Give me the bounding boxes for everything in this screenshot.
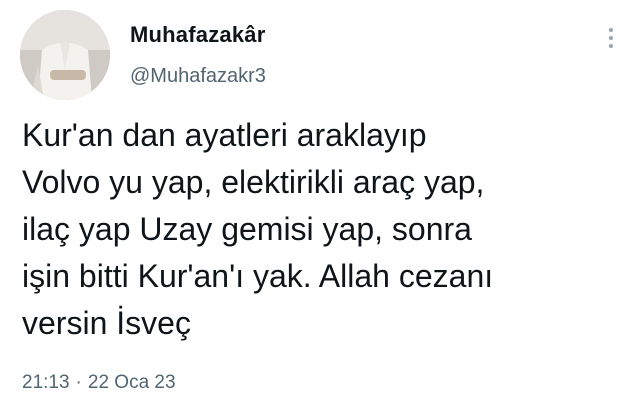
profile-photo-icon (20, 10, 110, 100)
more-options-icon[interactable] (608, 28, 614, 54)
user-handle[interactable]: @Muhafazakr3 (130, 65, 266, 88)
avatar[interactable] (20, 10, 110, 100)
tweet-date: 22 Oca 23 (87, 372, 176, 393)
display-name[interactable]: Muhafazakâr (130, 22, 265, 48)
tweet-text: Kur'an dan ayatleri araklayıp Volvo yu y… (22, 117, 494, 341)
tweet-card: Muhafazakâr @Muhafazakr3 Kur'an dan ayat… (0, 0, 640, 410)
meta-separator: · (75, 372, 82, 393)
tweet-time: 21:13 (22, 372, 70, 393)
tweet-timestamp[interactable]: 21:13 · 22 Oca 23 (22, 372, 176, 394)
